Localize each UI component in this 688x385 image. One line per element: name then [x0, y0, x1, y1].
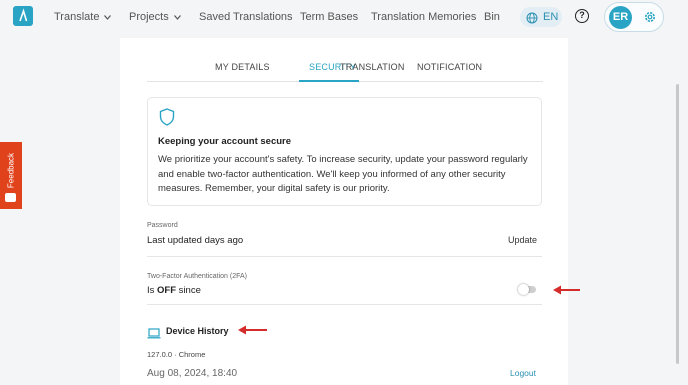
nav-saved-translations[interactable]: Saved Translations [199, 11, 293, 23]
two-factor-prefix: Is [147, 285, 158, 296]
feedback-icon [5, 193, 16, 202]
info-text: We prioritize your account's safety. To … [158, 154, 528, 194]
password-label: Password [147, 222, 178, 229]
settings-card: MY DETAILS SECURITY TRANSLATION NOTIFICA… [120, 38, 568, 385]
nav-projects-label: Projects [129, 11, 169, 23]
toggle-knob [518, 284, 529, 295]
two-factor-toggle[interactable] [518, 284, 536, 295]
nav-term-bases[interactable]: Term Bases [300, 11, 358, 23]
info-title: Keeping your account secure [158, 136, 292, 147]
arrow-annotation-device-history [238, 325, 267, 335]
help-icon[interactable]: ? [575, 9, 589, 23]
tab-my-details[interactable]: MY DETAILS [215, 62, 270, 72]
two-factor-suffix: since [176, 285, 201, 296]
nav-bin[interactable]: Bin [484, 11, 500, 23]
top-navigation-bar: Translate Projects Saved Translations Te… [0, 0, 688, 36]
device-history-title: Device History [166, 326, 229, 336]
tab-notification[interactable]: NOTIFICATION [417, 62, 482, 72]
two-factor-state: OFF [157, 285, 177, 296]
feedback-tab[interactable]: Feedback [0, 142, 22, 209]
shield-icon [159, 108, 175, 131]
nav-translate-label: Translate [54, 11, 100, 23]
settings-tabs: MY DETAILS SECURITY TRANSLATION NOTIFICA… [147, 52, 543, 82]
language-selector[interactable]: EN [520, 7, 562, 27]
avatar[interactable]: ER [609, 6, 632, 29]
globe-icon [526, 11, 538, 29]
security-info-box: Keeping your account secure We prioritiz… [147, 97, 542, 206]
laptop-icon [147, 326, 161, 344]
password-status: Last updated days ago [147, 235, 244, 246]
divider [147, 256, 542, 257]
feedback-label: Feedback [6, 152, 16, 189]
two-factor-label: Two-Factor Authentication (2FA) [147, 273, 247, 280]
logout-button[interactable]: Logout [510, 368, 536, 378]
arrow-annotation-toggle [553, 285, 580, 295]
app-logo[interactable] [13, 6, 33, 26]
language-label: EN [543, 11, 559, 23]
device-date: Aug 08, 2024, 18:40 [147, 368, 238, 379]
nav-translation-memories[interactable]: Translation Memories [371, 11, 476, 23]
device-info: 127.0.0 · Chrome [147, 350, 206, 359]
page-scrollbar[interactable] [676, 84, 679, 364]
nav-projects[interactable]: Projects [129, 11, 181, 23]
active-tab-indicator [299, 80, 359, 82]
chevron-down-icon [104, 11, 112, 23]
tab-translation[interactable]: TRANSLATION [340, 62, 405, 72]
chevron-down-icon [173, 11, 181, 23]
two-factor-status: Is OFF since [147, 285, 201, 296]
gear-icon[interactable] [643, 10, 657, 29]
nav-translate[interactable]: Translate [54, 11, 112, 23]
update-password-button[interactable]: Update [508, 235, 537, 245]
user-menu[interactable]: ER [604, 2, 664, 32]
divider [147, 304, 542, 305]
